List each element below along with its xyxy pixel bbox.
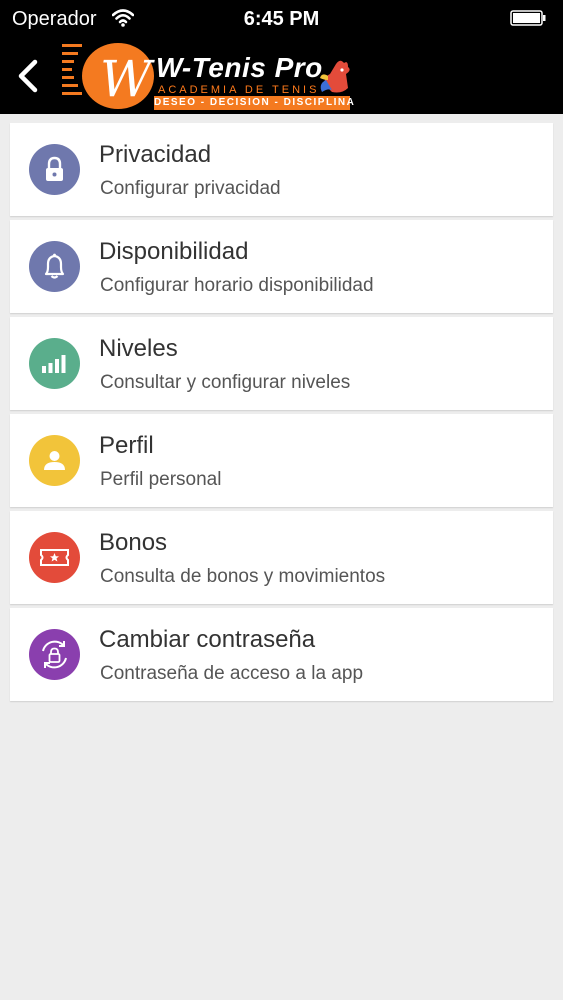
nav-bar: W W-Tenis Pro ACADEMIA DE TENIS DESEO - … (0, 38, 563, 114)
signal-bars-icon (29, 338, 80, 389)
menu-item-subtitle: Contraseña de acceso a la app (100, 663, 364, 684)
menu-item-subtitle: Perfil personal (100, 469, 222, 490)
logo-subtitle: ACADEMIA DE TENIS (158, 84, 320, 96)
menu-item-disponibilidad[interactable]: Disponibilidad Configurar horario dispon… (10, 220, 553, 313)
menu-item-title: Privacidad (99, 141, 212, 168)
battery-icon (510, 10, 546, 26)
bell-icon (29, 241, 80, 292)
menu-item-subtitle: Consulta de bonos y movimientos (100, 566, 386, 587)
back-button[interactable] (10, 54, 46, 98)
clock: 6:45 PM (243, 8, 320, 30)
settings-menu: Privacidad Configurar privacidad Disponi… (10, 123, 553, 705)
user-icon (29, 435, 80, 486)
menu-item-niveles[interactable]: Niveles Consultar y configurar niveles (10, 317, 553, 410)
menu-item-subtitle: Consultar y configurar niveles (100, 372, 351, 393)
svg-text:W: W (100, 50, 155, 108)
app-logo: W W-Tenis Pro ACADEMIA DE TENIS DESEO - … (60, 40, 360, 112)
menu-item-subtitle: Configurar horario disponibilidad (100, 275, 374, 296)
menu-item-title: Bonos (99, 529, 168, 556)
menu-item-cambiar-contrasena[interactable]: Cambiar contraseña Contraseña de acceso … (10, 608, 553, 701)
logo-emblem-icon: W (62, 43, 155, 109)
chevron-left-icon (18, 59, 38, 93)
menu-item-title: Perfil (99, 432, 154, 459)
logo-title: W-Tenis Pro (156, 52, 323, 83)
logo-tagline: DESEO - DECISION - DISCIPLINA (154, 96, 356, 110)
menu-item-subtitle: Configurar privacidad (100, 178, 281, 199)
menu-item-title: Niveles (99, 335, 178, 362)
ticket-icon (29, 532, 80, 583)
status-bar: Operador 6:45 PM (0, 0, 563, 38)
lock-icon (29, 144, 80, 195)
menu-item-title: Disponibilidad (99, 238, 249, 265)
menu-item-perfil[interactable]: Perfil Perfil personal (10, 414, 553, 507)
menu-item-title: Cambiar contraseña (99, 626, 316, 653)
rooster-icon (320, 60, 350, 93)
menu-item-privacidad[interactable]: Privacidad Configurar privacidad (10, 123, 553, 216)
lock-refresh-icon (29, 629, 80, 680)
menu-item-bonos[interactable]: Bonos Consulta de bonos y movimientos (10, 511, 553, 604)
